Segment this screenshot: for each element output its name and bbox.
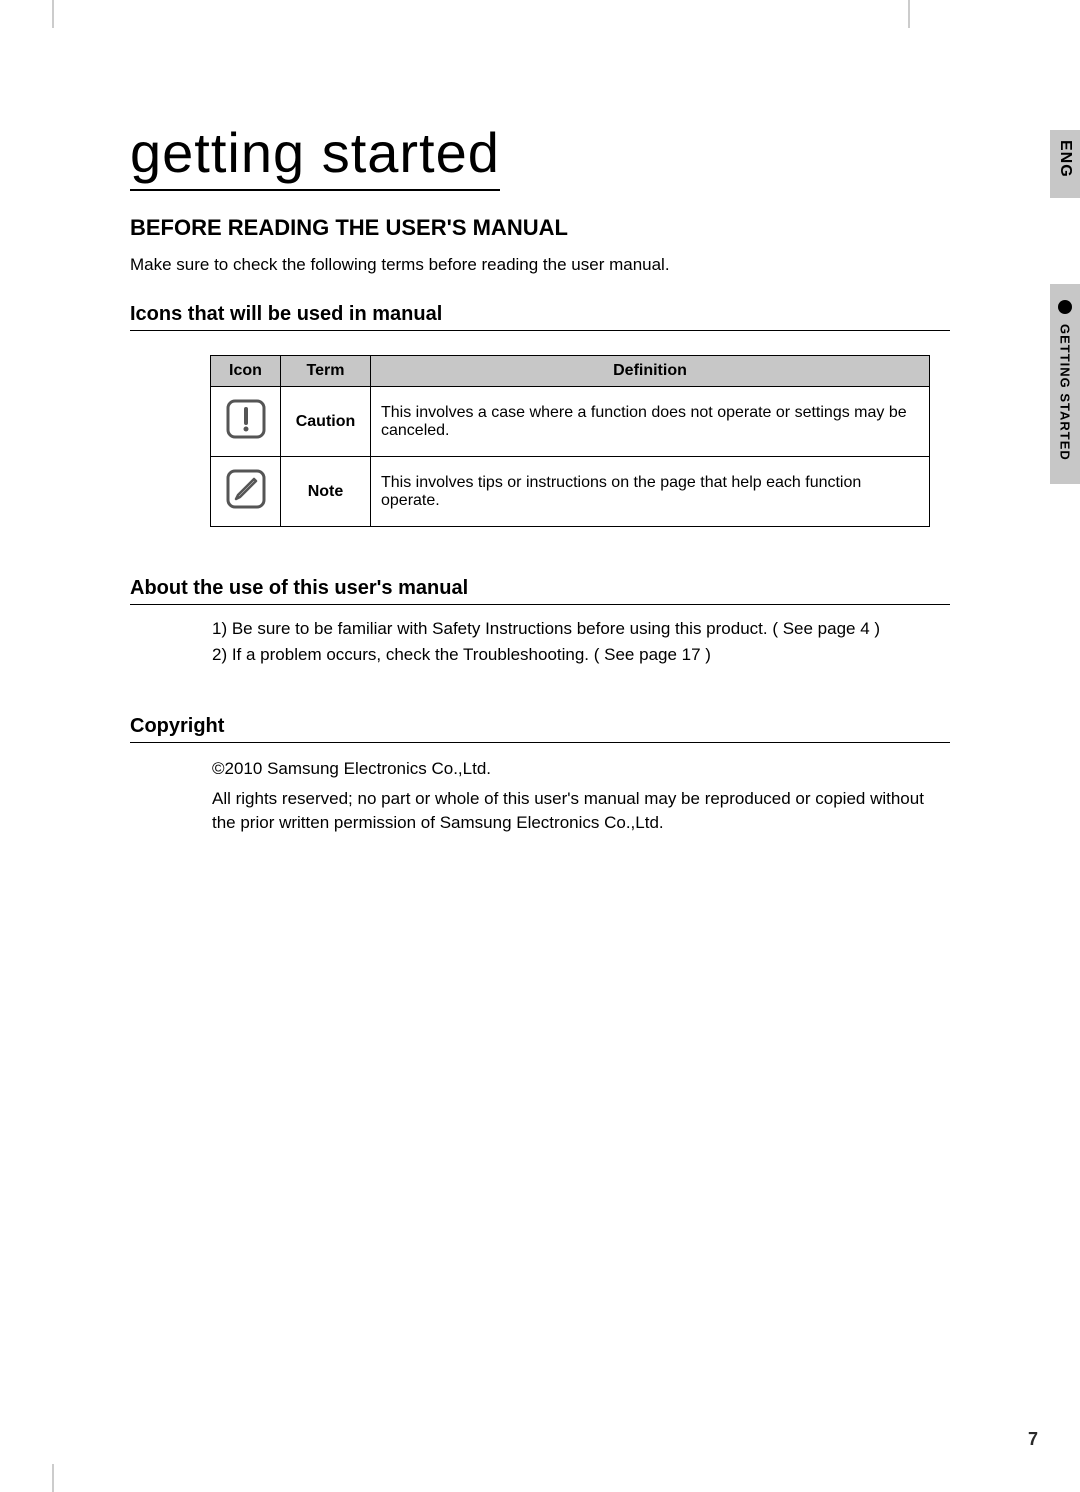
- copyright-block: ©2010 Samsung Electronics Co.,Ltd. All r…: [130, 757, 950, 834]
- table-header-row: Icon Term Definition: [211, 356, 930, 387]
- col-definition: Definition: [371, 356, 930, 387]
- icons-table: Icon Term Definition Caution This: [210, 355, 930, 527]
- crop-mark: [52, 1464, 54, 1492]
- icon-cell: [211, 387, 281, 457]
- language-tab: ENG: [1050, 130, 1080, 198]
- col-icon: Icon: [211, 356, 281, 387]
- section-tab-label: GETTING STARTED: [1058, 324, 1073, 461]
- crop-mark: [908, 0, 910, 28]
- copyright-line: All rights reserved; no part or whole of…: [212, 787, 950, 835]
- section-bullet-icon: [1058, 300, 1072, 314]
- list-item: 1) Be sure to be familiar with Safety In…: [212, 619, 950, 639]
- page-number: 7: [1028, 1429, 1038, 1450]
- definition-cell: This involves a case where a function do…: [371, 387, 930, 457]
- list-item: 2) If a problem occurs, check the Troubl…: [212, 645, 950, 665]
- about-heading: About the use of this user's manual: [130, 577, 950, 605]
- chapter-title: getting started: [130, 120, 500, 191]
- page-content: getting started BEFORE READING THE USER'…: [130, 120, 950, 840]
- caution-icon: [224, 397, 268, 441]
- table-row: Note This involves tips or instructions …: [211, 457, 930, 527]
- icons-heading: Icons that will be used in manual: [130, 303, 950, 331]
- col-term: Term: [281, 356, 371, 387]
- about-list: 1) Be sure to be familiar with Safety In…: [130, 619, 950, 665]
- copyright-heading: Copyright: [130, 715, 950, 743]
- term-cell: Caution: [281, 387, 371, 457]
- term-cell: Note: [281, 457, 371, 527]
- table-row: Caution This involves a case where a fun…: [211, 387, 930, 457]
- copyright-line: ©2010 Samsung Electronics Co.,Ltd.: [212, 757, 950, 781]
- intro-text: Make sure to check the following terms b…: [130, 255, 950, 275]
- definition-cell: This involves tips or instructions on th…: [371, 457, 930, 527]
- crop-mark: [52, 0, 54, 28]
- section-title: BEFORE READING THE USER'S MANUAL: [130, 215, 950, 241]
- section-tab: GETTING STARTED: [1050, 284, 1080, 484]
- note-icon: [224, 467, 268, 511]
- icon-cell: [211, 457, 281, 527]
